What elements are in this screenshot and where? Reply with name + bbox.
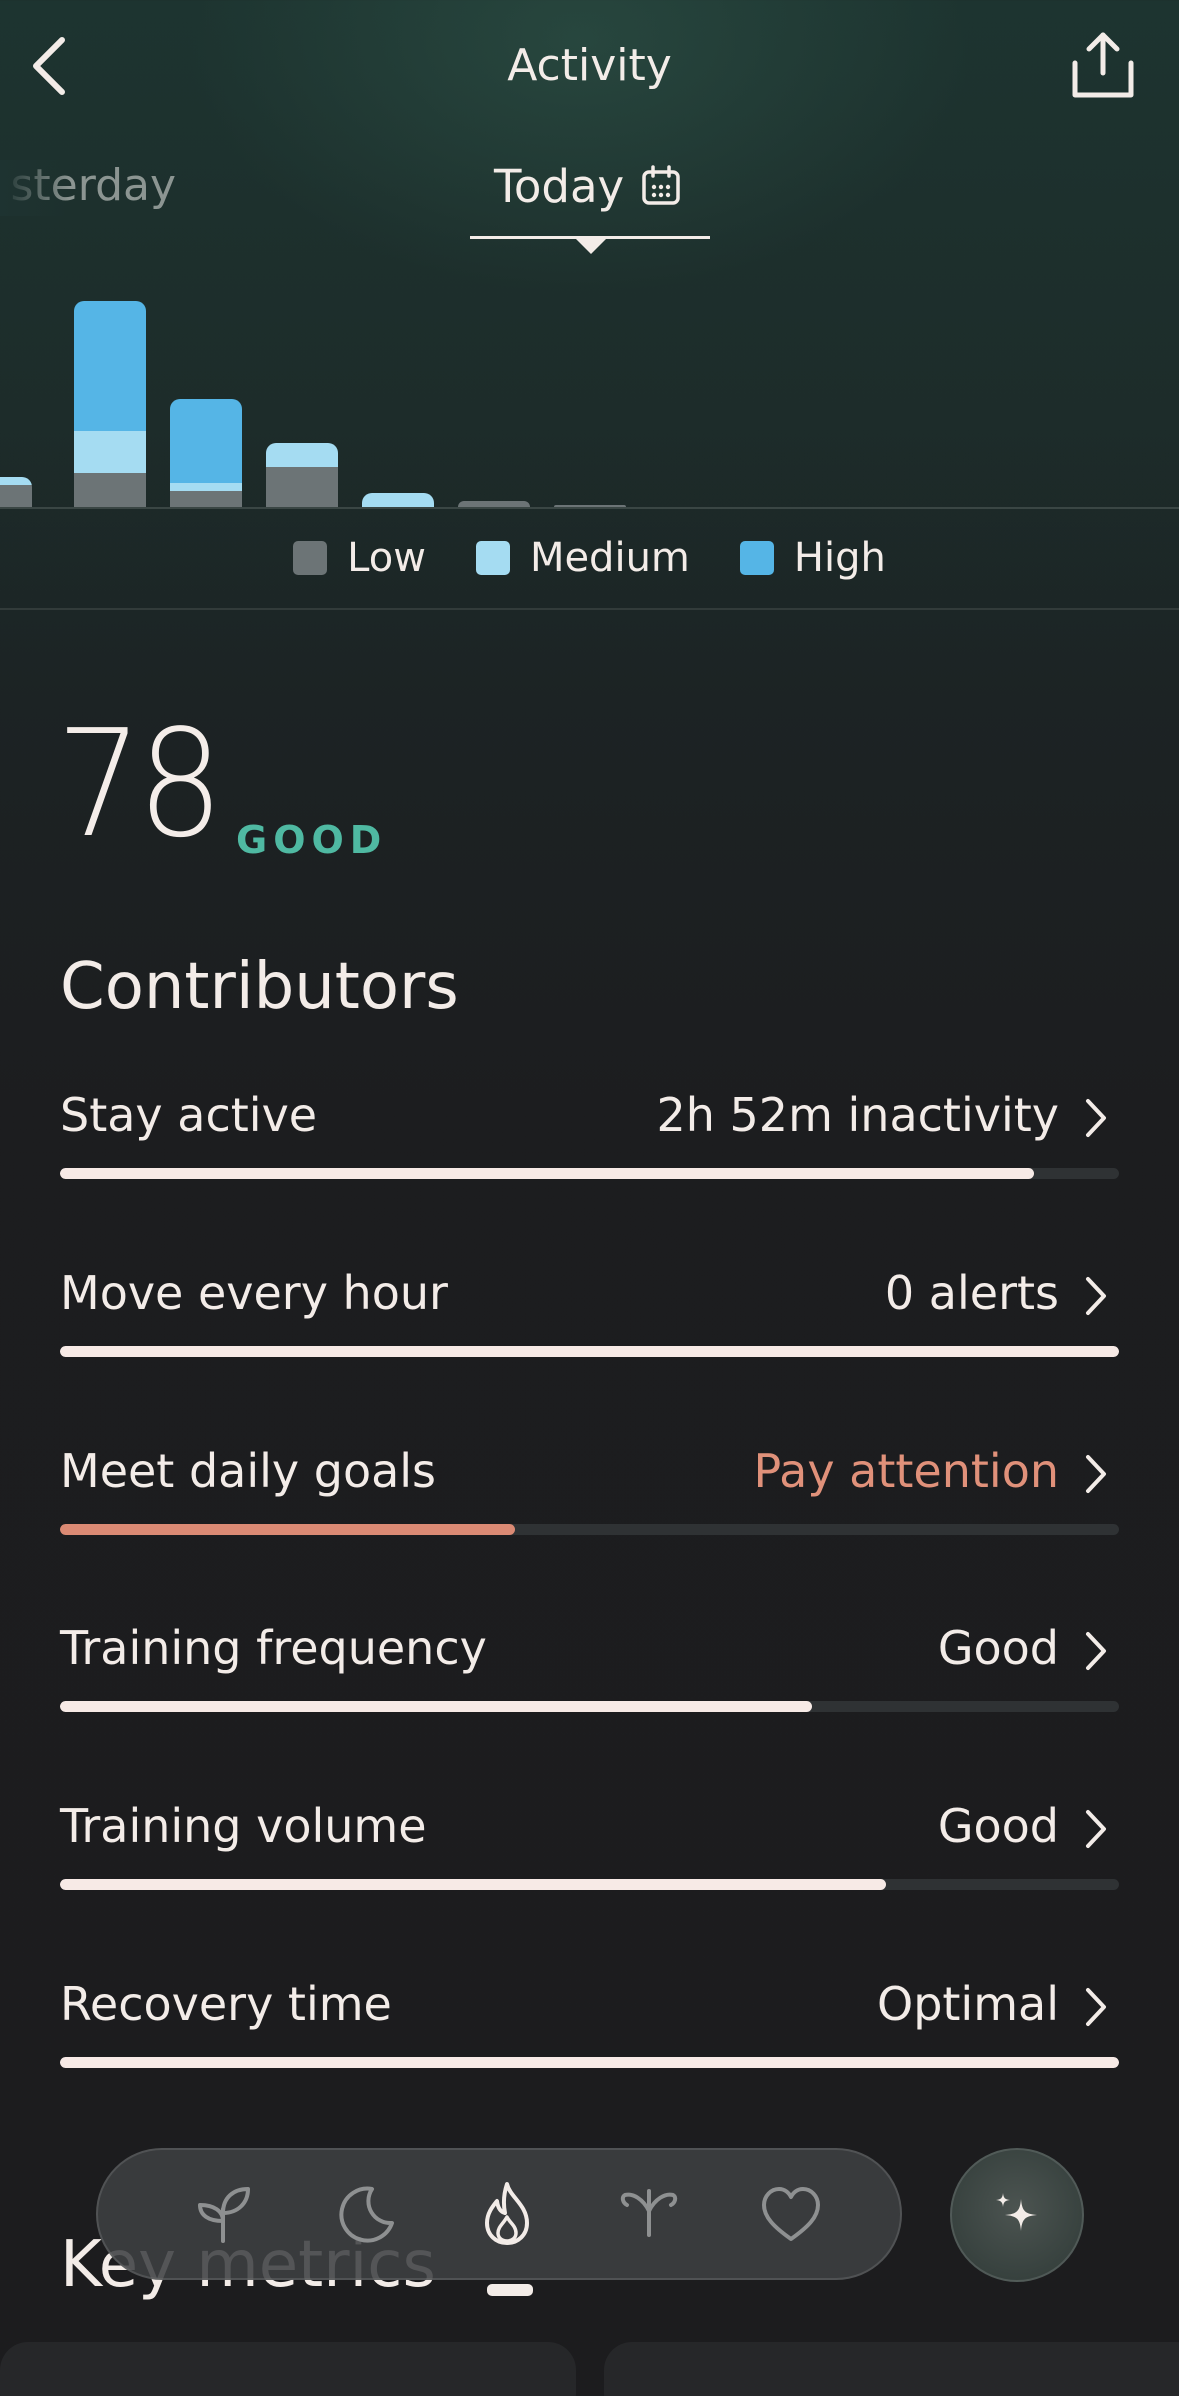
legend-label-low: Low <box>347 535 426 581</box>
chart-bar <box>74 301 146 507</box>
contributor-progress-track <box>60 1701 1119 1712</box>
sprout-icon <box>198 2187 250 2243</box>
lungs-icon <box>620 2189 678 2237</box>
chevron-right-icon <box>1086 1810 1106 1848</box>
contributor-progress-track <box>60 2057 1119 2068</box>
legend-item-high: High <box>739 535 886 581</box>
chart-bar-segment-medium <box>74 431 146 473</box>
contributor-row[interactable]: Move every hour 0 alerts <box>60 1266 1119 1386</box>
contributor-progress-fill <box>60 1168 1035 1179</box>
legend-swatch-low <box>293 541 328 575</box>
legend-item-medium: Medium <box>475 535 690 581</box>
metric-card[interactable] <box>604 2342 1179 2396</box>
chart-bar-segment-high <box>170 399 242 483</box>
legend-swatch-high <box>739 541 774 575</box>
nav-item-sleep[interactable] <box>294 2148 436 2280</box>
tab-today[interactable]: Today <box>470 160 710 254</box>
nav-item-lungs[interactable] <box>578 2148 720 2280</box>
tab-yesterday[interactable]: sterday <box>0 160 200 216</box>
contributor-label: Stay active <box>60 1088 318 1142</box>
contributor-progress-fill <box>60 1879 887 1890</box>
contributor-progress-fill <box>60 1346 1119 1357</box>
chart-bar-segment-high <box>74 301 146 431</box>
tab-today-label: Today <box>494 160 625 213</box>
contributor-progress-track <box>60 1346 1119 1357</box>
chevron-right-icon <box>1086 1632 1106 1670</box>
nav-active-indicator <box>487 2284 533 2296</box>
contributor-row[interactable]: Training frequency Good <box>60 1621 1119 1741</box>
legend-label-medium: Medium <box>529 535 690 581</box>
metric-card[interactable] <box>0 2342 576 2396</box>
contributor-row[interactable]: Training volume Good <box>60 1799 1119 1919</box>
tab-fade <box>0 160 70 216</box>
legend-label-high: High <box>793 535 886 581</box>
chart-bar-segment-low <box>0 485 32 507</box>
assistant-button[interactable] <box>950 2148 1084 2282</box>
chart-bar-segment-medium <box>266 443 338 467</box>
contributor-value: Good <box>937 1799 1059 1853</box>
chart-baseline <box>0 507 1179 509</box>
contributors-heading: Contributors <box>60 950 459 1024</box>
activity-score: 78 <box>56 698 224 870</box>
contributor-progress-track <box>60 1524 1119 1535</box>
contributor-value: 2h 52m inactivity <box>656 1088 1060 1142</box>
chart-bar <box>0 477 32 507</box>
legend-swatch-medium <box>475 541 510 575</box>
share-button[interactable] <box>1067 26 1139 106</box>
nav-item-activity[interactable] <box>436 2148 578 2296</box>
chart-bar-segment-low <box>266 467 338 507</box>
chart-bar-segment-medium <box>362 493 434 507</box>
contributor-progress-track <box>60 1168 1119 1179</box>
chart-bar-segment-low <box>170 491 242 507</box>
contributor-value: Optimal <box>876 1977 1059 2031</box>
sparkles-icon <box>996 2193 1037 2231</box>
contributor-value: Pay attention <box>753 1444 1059 1498</box>
moon-icon <box>339 2186 394 2243</box>
contributor-row[interactable]: Meet daily goals Pay attention <box>60 1444 1119 1564</box>
chevron-right-icon <box>1086 1277 1106 1315</box>
contributor-value: Good <box>937 1621 1059 1675</box>
score-status: GOOD <box>236 818 388 862</box>
contributor-progress-fill <box>60 2057 1119 2068</box>
contributor-progress-fill <box>60 1701 812 1712</box>
chart-bar <box>170 399 242 507</box>
page-title: Activity <box>507 40 672 91</box>
bottom-nav <box>96 2148 902 2296</box>
chart-bar-segment-low <box>458 501 530 507</box>
heart-icon <box>762 2187 820 2241</box>
chart-bar <box>458 501 530 507</box>
chart-bar <box>362 493 434 507</box>
contributor-row[interactable]: Stay active 2h 52m inactivity <box>60 1088 1119 1208</box>
calendar-icon[interactable] <box>640 165 682 207</box>
chevron-right-icon <box>1086 1099 1106 1137</box>
chart-legend: Low Medium High <box>0 535 1179 581</box>
contributor-label: Training frequency <box>60 1621 487 1675</box>
contributor-row[interactable]: Recovery time Optimal <box>60 1977 1119 2097</box>
section-divider <box>0 608 1179 610</box>
flame-icon <box>485 2182 529 2245</box>
nav-item-heart[interactable] <box>720 2148 862 2280</box>
contributor-value: 0 alerts <box>884 1266 1059 1320</box>
contributor-progress-fill <box>60 1524 516 1535</box>
contributor-label: Move every hour <box>60 1266 448 1320</box>
nav-item-readiness[interactable] <box>152 2148 294 2280</box>
contributor-label: Training volume <box>60 1799 427 1853</box>
contributor-label: Recovery time <box>60 1977 392 2031</box>
activity-chart <box>0 260 1179 510</box>
chart-bar <box>554 505 626 507</box>
legend-item-low: Low <box>293 535 426 581</box>
chart-bar-segment-low <box>74 473 146 507</box>
share-icon <box>1072 32 1134 98</box>
chevron-right-icon <box>1086 1455 1106 1493</box>
chart-bar <box>266 443 338 507</box>
chart-bar-segment-medium <box>170 483 242 491</box>
chart-bar-segment-medium <box>0 477 32 485</box>
chevron-right-icon <box>1086 1988 1106 2026</box>
chart-bar-segment-low <box>554 505 626 507</box>
contributor-progress-track <box>60 1879 1119 1890</box>
tab-pointer <box>575 238 607 254</box>
contributor-label: Meet daily goals <box>60 1444 437 1498</box>
